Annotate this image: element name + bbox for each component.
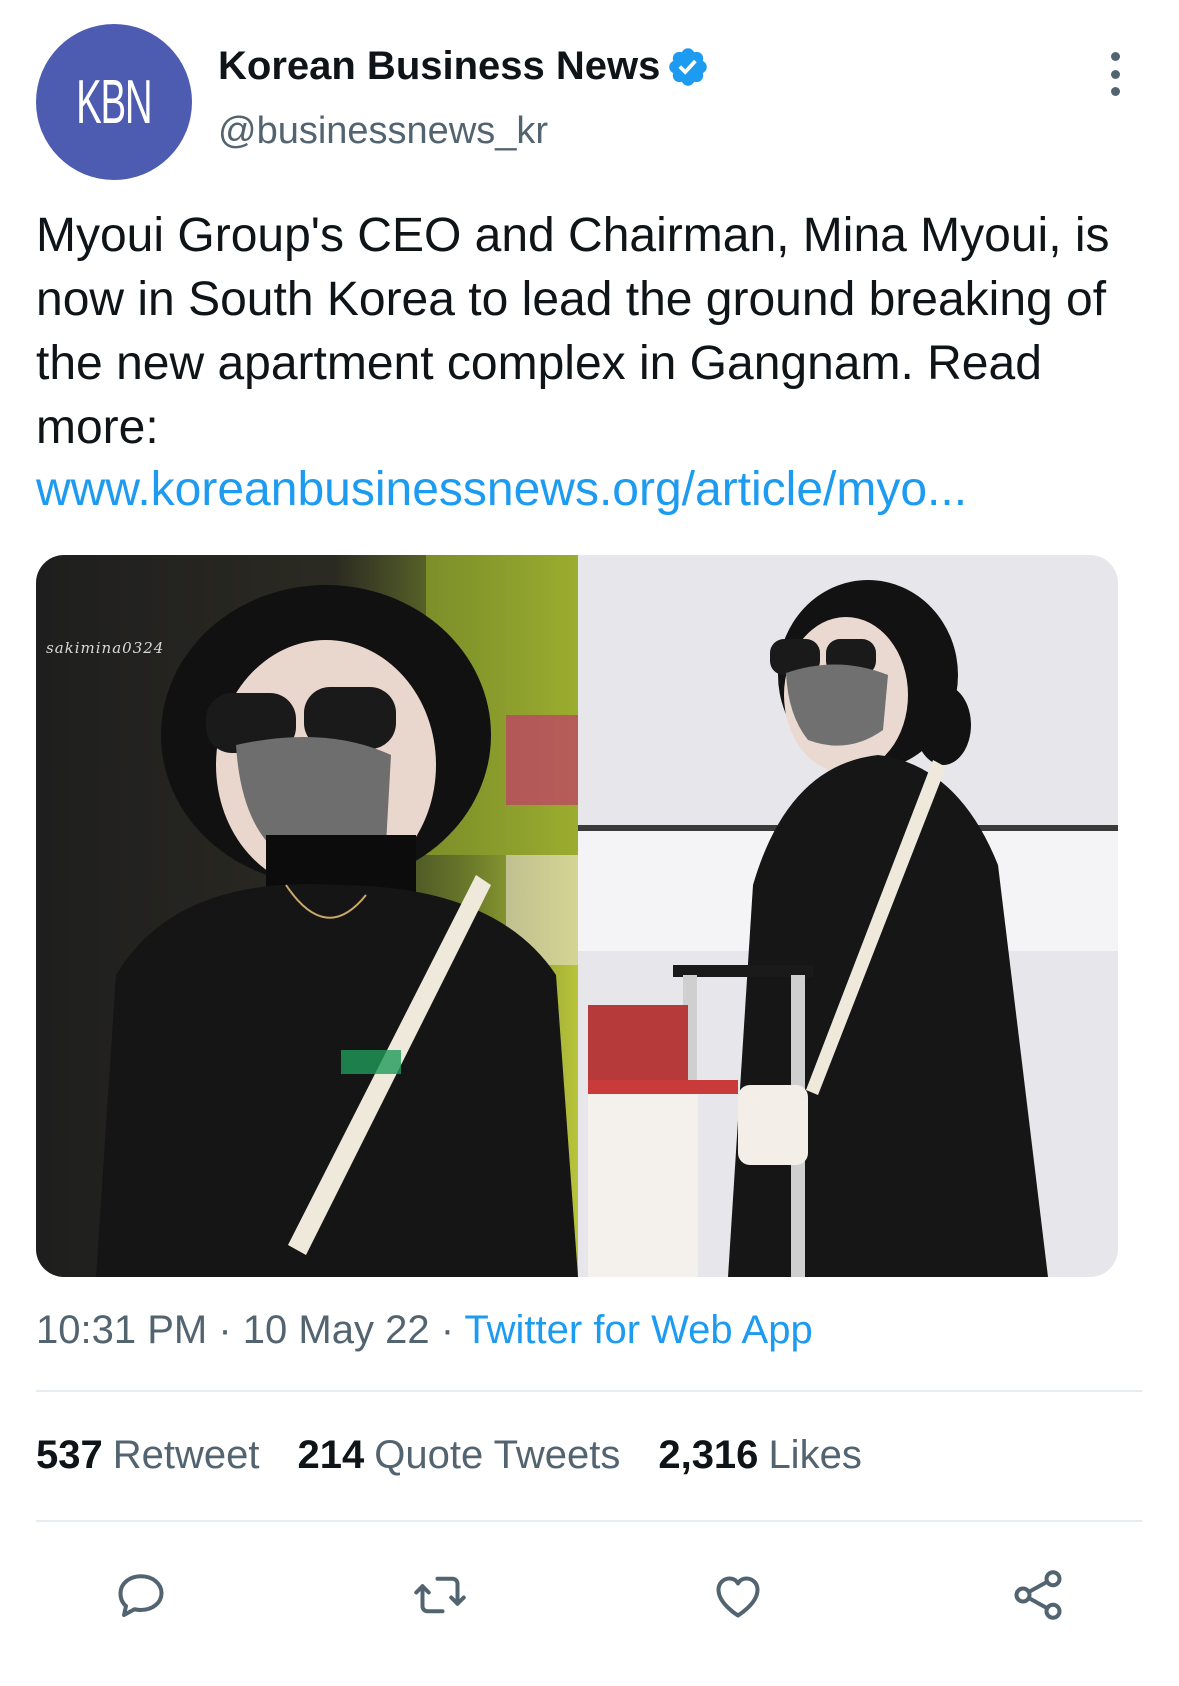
share-button[interactable] bbox=[1003, 1560, 1073, 1630]
reply-icon bbox=[118, 1574, 164, 1617]
avatar-text: KBN bbox=[76, 67, 153, 137]
retweets-stat[interactable]: 537 Retweet bbox=[36, 1433, 260, 1478]
tweet-meta: 10:31 PM · 10 May 22 · Twitter for Web A… bbox=[36, 1308, 813, 1353]
photo-left-image bbox=[36, 555, 578, 1277]
author-name-row[interactable]: Korean Business News bbox=[218, 44, 710, 89]
retweets-count: 537 bbox=[36, 1433, 103, 1477]
more-dot-icon bbox=[1110, 52, 1120, 61]
avatar[interactable]: KBN bbox=[36, 24, 192, 180]
tweet-media[interactable]: sakimina0324 bbox=[36, 555, 1118, 1277]
author-handle[interactable]: @businessnews_kr bbox=[218, 110, 548, 153]
quote-tweets-stat[interactable]: 214 Quote Tweets bbox=[298, 1433, 621, 1478]
divider bbox=[36, 1520, 1142, 1522]
photo-right-image bbox=[578, 555, 1118, 1277]
more-options-button[interactable] bbox=[1100, 52, 1130, 96]
divider bbox=[36, 1390, 1142, 1392]
tweet-time: 10:31 PM bbox=[36, 1308, 208, 1352]
meta-separator: · bbox=[218, 1308, 232, 1352]
likes-count: 2,316 bbox=[658, 1433, 759, 1477]
quote-tweets-label: Quote Tweets bbox=[374, 1433, 621, 1477]
like-icon bbox=[716, 1576, 760, 1618]
tweet-date: 10 May 22 bbox=[242, 1308, 430, 1352]
share-icon bbox=[1014, 1570, 1062, 1620]
retweet-button[interactable] bbox=[405, 1560, 475, 1630]
meta-separator: · bbox=[440, 1308, 455, 1352]
tweet-stats: 537 Retweet 214 Quote Tweets 2,316 Likes bbox=[36, 1433, 862, 1478]
retweet-icon bbox=[414, 1576, 466, 1614]
more-dot-icon bbox=[1110, 69, 1120, 79]
more-dot-icon bbox=[1110, 87, 1120, 96]
reply-button[interactable] bbox=[106, 1560, 176, 1630]
likes-stat[interactable]: 2,316 Likes bbox=[658, 1433, 862, 1478]
likes-label: Likes bbox=[768, 1433, 862, 1477]
tweet-link[interactable]: www.koreanbusinessnews.org/article/myo..… bbox=[36, 458, 1136, 522]
quote-tweets-count: 214 bbox=[297, 1433, 365, 1477]
tweet-text: Myoui Group's CEO and Chairman, Mina Myo… bbox=[36, 209, 1110, 454]
retweets-label: Retweet bbox=[112, 1433, 260, 1477]
author-name: Korean Business News bbox=[218, 44, 661, 88]
verified-badge-icon bbox=[669, 47, 708, 86]
media-photo-left[interactable]: sakimina0324 bbox=[36, 555, 578, 1277]
media-watermark: sakimina0324 bbox=[46, 639, 165, 657]
media-photo-right[interactable] bbox=[578, 555, 1118, 1277]
like-button[interactable] bbox=[703, 1560, 773, 1630]
tweet-card: KBN Korean Business News @businessnews_k… bbox=[0, 0, 1179, 1686]
tweet-source-link[interactable]: Twitter for Web App bbox=[464, 1308, 812, 1352]
